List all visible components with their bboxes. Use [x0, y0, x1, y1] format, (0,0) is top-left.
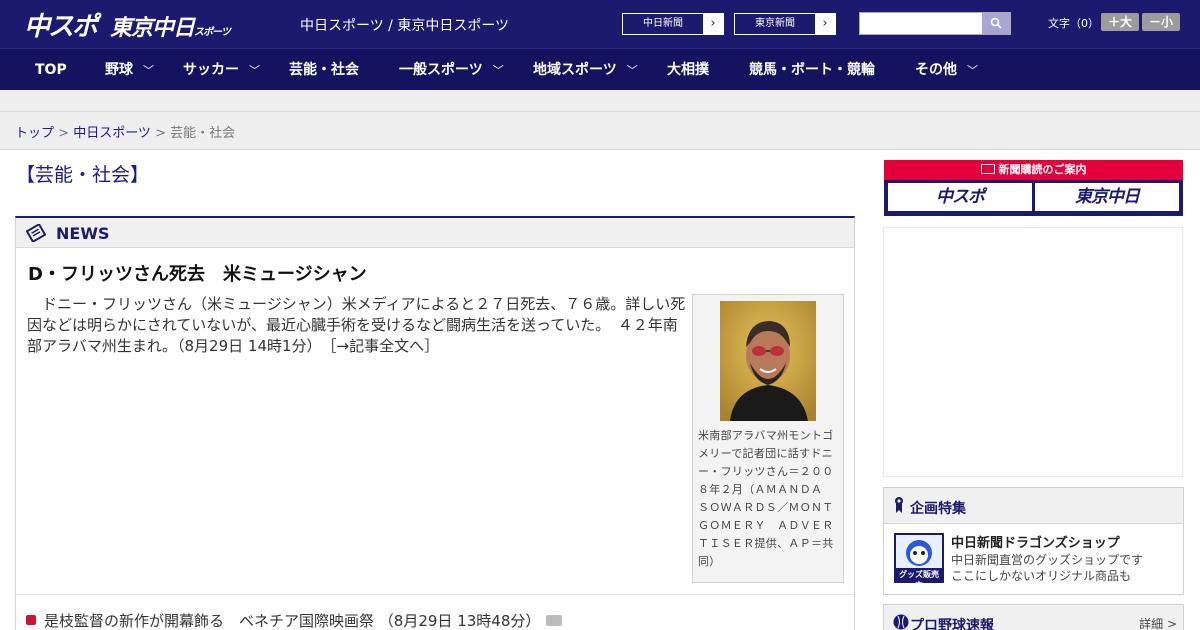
breadcrumb-home[interactable]: トップ [15, 126, 54, 141]
list-item-title: 是枝監督の新作が開幕飾る ベネチア国際映画祭 [44, 612, 375, 630]
goods-badge: グッズ販売中 [899, 570, 939, 590]
news-header: NEWS [16, 218, 854, 248]
chevron-down-icon: ﹀ [626, 64, 638, 77]
shop-desc-line: 中日新聞直営のグッズショップです [951, 553, 1144, 567]
breadcrumb: トップ > 中日スポーツ > 芸能・社会 [0, 112, 1200, 150]
chevron-down-icon: ﹀ [967, 64, 978, 77]
chevron-down-icon: ﹀ [249, 64, 260, 77]
page-title: 【芸能・社会】 [16, 164, 150, 186]
nav-item-entertainment[interactable]: 芸能・社会 [289, 49, 359, 91]
dragons-shop-description: 中日新聞直営のグッズショップです ここにしかないオリジナル商品も [951, 552, 1143, 584]
news-heading: NEWS [56, 224, 110, 243]
tokyo-shimbun-label: 東京新聞 [735, 14, 815, 34]
article-headline[interactable]: D・フリッツさん死去 米ミュージシャン [28, 260, 367, 286]
baseball-panel-title: プロ野球速報 [910, 618, 994, 630]
read-more-link[interactable]: ［→記事全文へ］ [329, 337, 439, 355]
search-input[interactable] [860, 13, 982, 34]
chunichi-shimbun-label: 中日新聞 [623, 14, 703, 34]
nav-label: 大相撲 [667, 62, 709, 78]
nav-label: その他 [915, 62, 957, 78]
search-box [859, 12, 1011, 35]
dragons-shop-image[interactable]: グッズ販売中 [894, 533, 944, 590]
bullet-icon [26, 615, 36, 625]
feature-panel: 企画特集 グッズ販売中 中日新聞ドラゴンズショップ 中日新聞直営のグッズショップ… [883, 487, 1184, 595]
news-box: NEWS D・フリッツさん死去 米ミュージシャン ドニー・フリッツさん（米ミュー… [15, 216, 855, 630]
nav-label: 芸能・社会 [289, 62, 359, 78]
article-body: ドニー・フリッツさん（米ミュージシャン）米メディアによると２７日死去、７６歳。詳… [27, 294, 687, 357]
shop-desc-line: ここにしかないオリジナル商品も [951, 569, 1132, 583]
search-icon [990, 17, 1002, 29]
subscribe-title: 新聞購読のご案内 [884, 161, 1183, 177]
tokyo-chunichi-logo[interactable]: 東京中日スポーツ [110, 10, 231, 42]
breadcrumb-separator: > [54, 126, 74, 141]
portrait-illustration [720, 301, 816, 421]
nav-label: TOP [35, 62, 67, 78]
subscribe-tokyo-button[interactable]: 東京中日 [1035, 183, 1179, 211]
nav-label: サッカー [183, 62, 239, 78]
baseball-detail-link[interactable]: 詳細 > [1139, 615, 1177, 630]
chevron-down-icon: ﹀ [143, 64, 154, 77]
subscribe-chuspo-button[interactable]: 中スポ [888, 183, 1032, 211]
ad-slot [883, 227, 1183, 477]
baseball-icon [893, 614, 909, 630]
font-bigger-button[interactable]: ＋大 [1101, 13, 1139, 31]
feature-panel-header: 企画特集 [884, 488, 1183, 524]
nav-label: 地域スポーツ [533, 62, 617, 78]
subscribe-title-text: 新聞購読のご案内 [998, 163, 1087, 176]
nav-item-local-sports[interactable]: 地域スポーツ ﹀ [533, 49, 638, 91]
ribbon-icon [895, 497, 903, 513]
dragons-shop-link[interactable]: 中日新聞ドラゴンズショップ [951, 532, 1120, 551]
tokyo-shimbun-button[interactable]: 東京新聞 › [734, 13, 836, 35]
chevron-right-icon: › [703, 14, 723, 34]
baseball-panel-header: プロ野球速報 詳細 > [884, 605, 1183, 630]
camera-icon [546, 615, 563, 626]
nav-item-general-sports[interactable]: 一般スポーツ ﹀ [399, 49, 504, 91]
tokyo-logo-small: スポーツ [194, 27, 231, 38]
top-header: 中スポ 東京中日スポーツ 中日スポーツ / 東京中日スポーツ 中日新聞 › 東京… [0, 0, 1200, 48]
list-item-time: （8月29日 13時48分） [378, 612, 541, 630]
feature-panel-title: 企画特集 [910, 501, 966, 517]
nav-label: 野球 [105, 62, 133, 78]
nav-label: 競馬・ボート・競輪 [749, 62, 875, 78]
nav-item-top[interactable]: TOP [35, 49, 67, 91]
nav-label: 一般スポーツ [399, 62, 483, 78]
newspaper-icon [26, 224, 46, 242]
tokyo-logo-text: 東京中日 [110, 16, 195, 41]
nav-item-baseball[interactable]: 野球 ﹀ [105, 49, 154, 91]
grey-strip [0, 90, 1200, 112]
breadcrumb-site[interactable]: 中日スポーツ [73, 126, 151, 141]
photo-caption: 米南部アラバマ州モントゴメリーで記者団に話すドニー・フリッツさん＝２００８年２月… [698, 429, 834, 568]
chuspo-logo[interactable]: 中スポ [24, 6, 98, 43]
baseball-panel: プロ野球速報 詳細 > [883, 604, 1184, 630]
article-photo: 米南部アラバマ州モントゴメリーで記者団に話すドニー・フリッツさん＝２００８年２月… [692, 294, 844, 583]
list-item[interactable]: 是枝監督の新作が開幕飾る ベネチア国際映画祭 （8月29日 13時48分） [26, 610, 563, 630]
breadcrumb-separator: > [150, 126, 171, 141]
nav-item-other[interactable]: その他 ﹀ [915, 49, 978, 91]
font-smaller-button[interactable]: －小 [1142, 13, 1180, 31]
nav-item-racing[interactable]: 競馬・ボート・競輪 [749, 49, 875, 91]
newspaper-icon [980, 164, 995, 174]
breadcrumb-current: 芸能・社会 [170, 126, 236, 141]
chevron-right-icon: › [815, 14, 835, 34]
site-name-link[interactable]: 中日スポーツ / 東京中日スポーツ [300, 15, 509, 35]
portrait-photo[interactable] [720, 301, 816, 421]
search-button[interactable] [982, 13, 1010, 34]
main-nav: TOP 野球 ﹀ サッカー ﹀ 芸能・社会 一般スポーツ ﹀ 地域スポーツ ﹀ 大相撲 … [0, 48, 1200, 90]
chevron-down-icon: ﹀ [492, 64, 504, 77]
nav-item-sumo[interactable]: 大相撲 [667, 49, 709, 91]
subscribe-banner[interactable]: 新聞購読のご案内 中スポ 東京中日 [884, 160, 1183, 216]
nav-item-soccer[interactable]: サッカー ﹀ [183, 49, 260, 91]
font-size-label: 文字（0） [1048, 17, 1099, 30]
chunichi-shimbun-button[interactable]: 中日新聞 › [622, 13, 724, 35]
divider [16, 594, 854, 595]
